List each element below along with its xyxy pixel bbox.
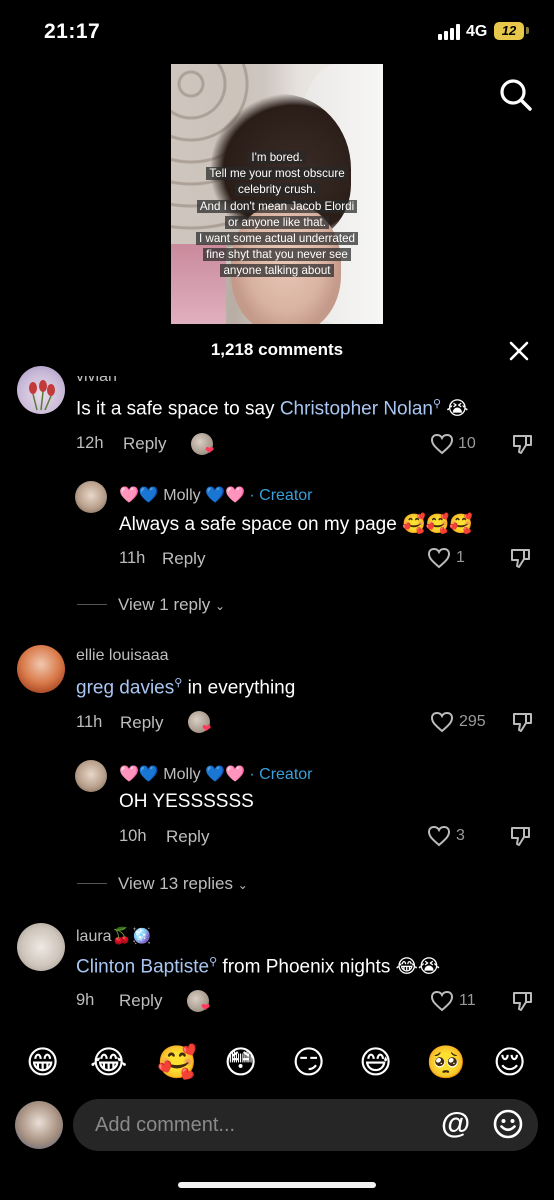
home-indicator[interactable] [178, 1182, 376, 1188]
like-count: 1 [456, 549, 465, 566]
reply-text: OH YESSSSSS [119, 791, 254, 812]
reply-username[interactable]: 🩷💙 Molly 💙🩷 · Creator [119, 485, 313, 505]
comment-text: Clinton Baptiste⚲ from Phoenix nights 😂😭 [76, 956, 441, 978]
reply-username[interactable]: 🩷💙 Molly 💙🩷 · Creator [119, 764, 313, 784]
creator-badge: · Creator [249, 487, 313, 504]
divider [77, 604, 107, 605]
heart-icon: ❤ [202, 723, 212, 735]
avatar[interactable] [75, 760, 107, 792]
status-time: 21:17 [44, 20, 101, 43]
reply-button[interactable]: Reply [123, 434, 166, 454]
like-count: 10 [458, 435, 476, 452]
heart-icon: ❤ [201, 1002, 211, 1014]
search-link[interactable]: Christopher Nolan [280, 398, 433, 419]
view-replies-button[interactable]: View 1 reply ⌄ [118, 595, 225, 615]
emoji-smirk[interactable]: 😏 [292, 1042, 325, 1082]
battery-tip [526, 27, 529, 34]
emoji-grin[interactable]: 😁 [26, 1042, 59, 1082]
search-link[interactable]: greg davies [76, 677, 174, 698]
like-count: 295 [459, 713, 486, 730]
dislike-icon[interactable] [511, 433, 533, 455]
mention-button[interactable]: @ [441, 1107, 470, 1141]
avatar[interactable] [17, 366, 65, 414]
avatar[interactable] [17, 923, 65, 971]
like-icon[interactable] [430, 990, 454, 1012]
avatar[interactable] [15, 1101, 63, 1149]
emoji-quick-bar [0, 1033, 554, 1093]
comments-count: 1,218 comments [210, 340, 344, 359]
emoji-flushed[interactable]: 😳 [224, 1042, 257, 1082]
avatar[interactable] [17, 645, 65, 693]
reply-time: 10h [119, 827, 147, 845]
like-count: 3 [456, 827, 465, 844]
like-icon[interactable] [427, 825, 451, 847]
dislike-icon[interactable] [509, 547, 531, 569]
comment-username[interactable]: vivian [76, 376, 117, 386]
reply-button[interactable]: Reply [166, 827, 209, 847]
search-icon[interactable] [499, 78, 533, 112]
like-icon[interactable] [427, 547, 451, 569]
like-count: 11 [459, 992, 476, 1009]
dislike-icon[interactable] [511, 990, 533, 1012]
emoji-pleading[interactable]: 🥺 [426, 1042, 466, 1082]
like-icon[interactable] [430, 711, 454, 733]
comment-username[interactable]: laura🍒🪩 [76, 926, 151, 946]
comment-time: 12h [76, 434, 104, 452]
video-overlay-text: I'm bored. Tell me your most obscure cel… [171, 150, 383, 280]
emoji-icon[interactable] [492, 1108, 524, 1140]
comment-time: 9h [76, 991, 95, 1009]
comment-username[interactable]: ellie louisaaa [76, 647, 169, 665]
emoji-joy[interactable]: 😂 [90, 1042, 127, 1082]
search-link[interactable]: Clinton Baptiste [76, 956, 209, 977]
reply-button[interactable]: Reply [162, 549, 205, 569]
like-icon[interactable] [430, 433, 454, 455]
emoji-relieved[interactable]: 😌 [493, 1042, 526, 1082]
reply-text: Always a safe space on my page 🥰🥰🥰 [119, 514, 474, 535]
video-thumbnail[interactable]: I'm bored. Tell me your most obscure cel… [171, 64, 383, 324]
view-replies-button[interactable]: View 13 replies ⌄ [118, 874, 248, 894]
reply-button[interactable]: Reply [120, 713, 163, 733]
signal-icon [438, 24, 460, 40]
heart-icon: ❤ [205, 445, 215, 457]
divider [77, 883, 107, 884]
avatar[interactable] [75, 481, 107, 513]
close-icon[interactable] [509, 341, 529, 361]
emoji-sweat-smile[interactable]: 😅 [359, 1042, 392, 1082]
dislike-icon[interactable] [511, 711, 533, 733]
comment-time: 11h [76, 713, 103, 731]
dislike-icon[interactable] [509, 825, 531, 847]
comment-placeholder: Add comment... [95, 1114, 236, 1136]
reply-time: 11h [119, 549, 146, 567]
comment-text: Is it a safe space to say Christopher No… [76, 398, 469, 420]
battery-icon: 12 [494, 22, 524, 40]
emoji-hearts[interactable]: 🥰 [157, 1042, 197, 1082]
comment-text: greg davies⚲ in everything [76, 677, 296, 699]
network-label: 4G [466, 23, 488, 40]
creator-badge: · Creator [249, 766, 313, 783]
reply-button[interactable]: Reply [119, 991, 162, 1011]
